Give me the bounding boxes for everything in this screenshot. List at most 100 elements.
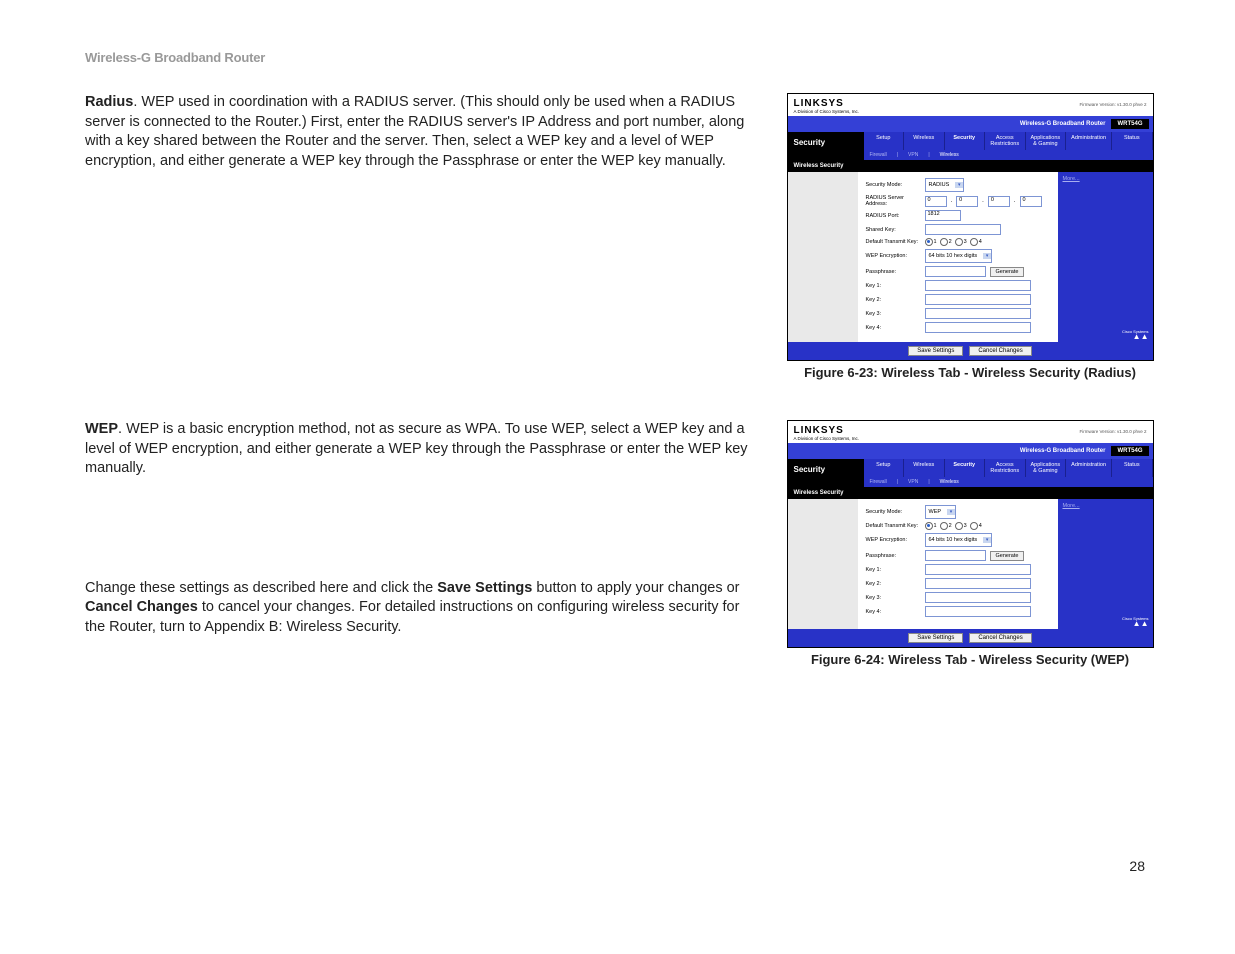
tab-access[interactable]: Access Restrictions [985,132,1026,150]
cancel-changes-button[interactable]: Cancel Changes [969,633,1031,643]
passphrase-input[interactable] [925,266,986,277]
tab-setup[interactable]: Setup [864,132,905,150]
shared-key-label: Shared Key: [866,227,921,233]
tab-access[interactable]: Access Restrictions [985,459,1026,477]
radius-body: . WEP used in coordination with a RADIUS… [85,94,744,169]
key2-label: Key 2: [866,297,921,303]
passphrase-label: Passphrase: [866,553,921,559]
key1-input[interactable] [925,280,1031,291]
tab-status[interactable]: Status [1112,459,1153,477]
generate-button[interactable]: Generate [990,267,1025,277]
tab-admin[interactable]: Administration [1066,459,1112,477]
tab-admin[interactable]: Administration [1066,132,1112,150]
key2-input[interactable] [925,294,1031,305]
left-panel-label: Wireless Security [788,487,864,499]
key3-label: Key 3: [866,595,921,601]
tab-security[interactable]: Security [945,459,986,477]
sec-mode-label: Security Mode: [866,182,921,188]
subtab-vpn[interactable]: VPN [908,479,918,485]
wep-enc-select[interactable]: 64 bits 10 hex digits▾ [925,249,993,263]
generate-button[interactable]: Generate [990,551,1025,561]
linksys-sublogo: A Division of Cisco Systems, Inc. [794,436,1147,441]
ip-octet-4[interactable]: 0 [1020,196,1042,207]
chevron-down-icon: ▾ [955,182,963,188]
tab-security[interactable]: Security [945,132,986,150]
key1-input[interactable] [925,564,1031,575]
key4-input[interactable] [925,606,1031,617]
passphrase-input[interactable] [925,550,986,561]
sec-mode-select[interactable]: RADIUS▾ [925,178,965,192]
key3-input[interactable] [925,592,1031,603]
radius-head: Radius [85,94,133,110]
tab-apps[interactable]: Applications & Gaming [1026,132,1067,150]
radio-key-3[interactable] [955,238,963,246]
firmware-text: Firmware Version: v1.30.0 phve 2 [1079,429,1146,434]
model-badge: WRT54G [1111,119,1148,129]
subtab-firewall[interactable]: Firewall [870,152,887,158]
key3-input[interactable] [925,308,1031,319]
linksys-sublogo: A Division of Cisco Systems, Inc. [794,109,1147,114]
wep-enc-label: WEP Encryption: [866,253,921,259]
wep-body: . WEP is a basic encryption method, not … [85,421,748,476]
key3-label: Key 3: [866,311,921,317]
cancel-changes-text: Cancel Changes [85,599,198,615]
wep-paragraph: WEP. WEP is a basic encryption method, n… [85,420,755,479]
tab-setup[interactable]: Setup [864,459,905,477]
cancel-changes-button[interactable]: Cancel Changes [969,346,1031,356]
subtab-vpn[interactable]: VPN [908,152,918,158]
tab-wireless[interactable]: Wireless [904,132,945,150]
key4-input[interactable] [925,322,1031,333]
radius-port-input[interactable]: 1812 [925,210,961,221]
save-settings-button[interactable]: Save Settings [908,346,963,356]
figure-6-24-caption: Figure 6-24: Wireless Tab - Wireless Sec… [811,652,1129,667]
model-badge: WRT54G [1111,446,1148,456]
wep-head: WEP [85,421,118,437]
radio-key-1[interactable] [925,238,933,246]
more-link[interactable]: More... [1063,176,1080,182]
ip-octet-2[interactable]: 0 [956,196,978,207]
subtab-firewall[interactable]: Firewall [870,479,887,485]
ip-octet-3[interactable]: 0 [988,196,1010,207]
radius-addr-label: RADIUS Server Address: [866,195,921,207]
key1-label: Key 1: [866,567,921,573]
subtab-wireless[interactable]: Wireless [940,479,959,485]
left-panel-label: Wireless Security [788,160,864,172]
section-title: Security [788,132,864,160]
tab-wireless[interactable]: Wireless [904,459,945,477]
radio-key-4[interactable] [970,522,978,530]
wep-enc-select[interactable]: 64 bits 10 hex digits▾ [925,533,993,547]
chevron-down-icon: ▾ [947,509,955,515]
radius-paragraph: Radius. WEP used in coordination with a … [85,93,755,171]
wep-enc-label: WEP Encryption: [866,537,921,543]
tab-status[interactable]: Status [1112,132,1153,150]
radio-key-2[interactable] [940,522,948,530]
firmware-text: Firmware Version: v1.30.0 phve 2 [1079,102,1146,107]
closing-paragraph: Change these settings as described here … [85,579,755,638]
page-number: 28 [1129,858,1145,874]
cisco-logo: Cisco Systems▲▲ [1122,617,1148,627]
figure-6-23-caption: Figure 6-23: Wireless Tab - Wireless Sec… [804,365,1136,380]
product-name: Wireless-G Broadband Router [85,50,1150,65]
radio-key-4[interactable] [970,238,978,246]
chevron-down-icon: ▾ [983,537,991,543]
subtab-wireless[interactable]: Wireless [940,152,959,158]
sec-mode-label: Security Mode: [866,509,921,515]
shared-key-input[interactable] [925,224,1001,235]
key4-label: Key 4: [866,609,921,615]
radius-port-label: RADIUS Port: [866,213,921,219]
save-settings-button[interactable]: Save Settings [908,633,963,643]
radio-key-1[interactable] [925,522,933,530]
radio-key-2[interactable] [940,238,948,246]
def-key-label: Default Transmit Key: [866,523,921,529]
tab-apps[interactable]: Applications & Gaming [1026,459,1067,477]
radio-key-3[interactable] [955,522,963,530]
more-link[interactable]: More... [1063,503,1080,509]
def-key-label: Default Transmit Key: [866,239,921,245]
ip-octet-1[interactable]: 0 [925,196,947,207]
figure-6-24: LINKSYS A Division of Cisco Systems, Inc… [787,420,1154,648]
key1-label: Key 1: [866,283,921,289]
key2-input[interactable] [925,578,1031,589]
passphrase-label: Passphrase: [866,269,921,275]
sec-mode-select[interactable]: WEP▾ [925,505,957,519]
title-band: Wireless-G Broadband Router [1020,121,1106,127]
